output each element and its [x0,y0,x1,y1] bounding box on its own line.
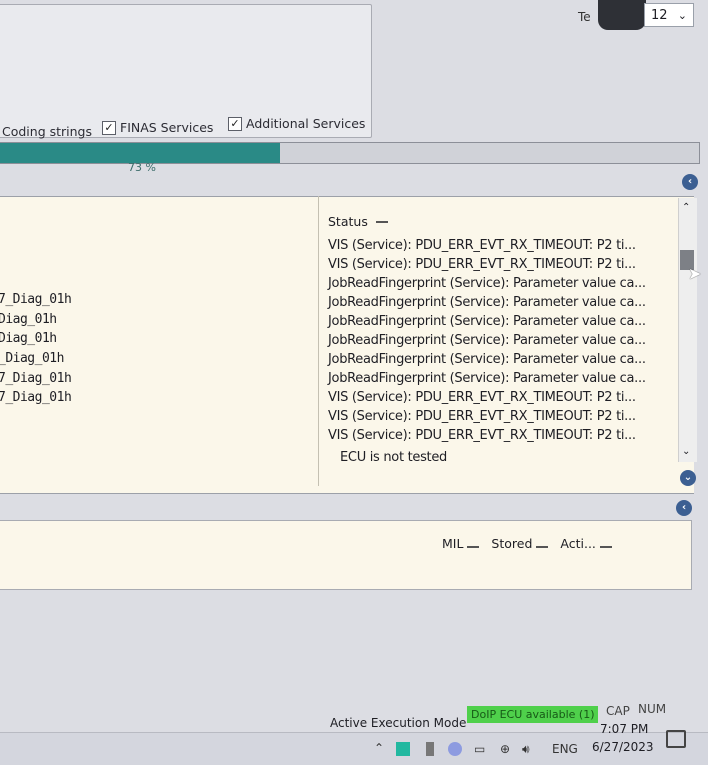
doip-status-badge: DoIP ECU available (1) [467,706,599,723]
num-lock-indicator: NUM [638,702,667,716]
status-cell[interactable]: JobReadFingerprint (Service): Parameter … [328,314,646,329]
status-cell[interactable]: VIS (Service): PDU_ERR_EVT_RX_TIMEOUT: P… [328,390,636,405]
status-cell[interactable]: VIS (Service): PDU_ERR_EVT_RX_TIMEOUT: P… [328,428,636,443]
font-size-select[interactable]: 12 ⌄ [644,3,694,27]
finas-services-checkbox[interactable]: ✓ [102,120,116,135]
status-header-label: Status [328,214,368,229]
fault-column-headers: MIL Stored Acti... [442,536,612,551]
mouse-cursor-icon: ➤ [688,264,702,283]
scroll-up-icon[interactable]: ⌃ [682,202,690,213]
stored-column-header[interactable]: Stored [491,536,549,551]
font-size-value: 12 [651,7,668,23]
ecu-name-cell[interactable]: 7_Diag_01h [0,390,72,405]
language-indicator[interactable]: ENG [552,742,578,756]
network-icon[interactable]: ⊕ [500,742,510,756]
caps-lock-indicator: CAP [606,704,630,718]
fault-memory-panel [0,520,692,590]
notifications-icon[interactable] [666,730,686,748]
finas-services-option[interactable]: ✓ FINAS Services [102,120,213,135]
clock-time[interactable]: 7:07 PM [600,722,648,736]
vertical-scrollbar[interactable] [678,198,697,462]
clock-date[interactable]: 6/27/2023 [592,740,654,754]
ecu-name-cell[interactable]: 7_Diag_01h [0,292,72,307]
sort-icon [375,220,388,223]
status-column-header[interactable]: Status [328,214,388,229]
mil-column-header[interactable]: MIL [442,536,480,551]
collapse-fault-panel-button[interactable]: ‹ [676,500,692,516]
status-cell[interactable]: JobReadFingerprint (Service): Parameter … [328,333,646,348]
additional-services-option[interactable]: ✓ Additional Services [228,116,365,131]
status-cell[interactable]: JobReadFingerprint (Service): Parameter … [328,295,646,310]
coding-strings-label: Coding strings [2,124,93,139]
text-size-label: Te [578,10,591,24]
status-cell[interactable]: ECU is not tested [340,450,447,465]
status-cell[interactable]: JobReadFingerprint (Service): Parameter … [328,371,646,386]
battery-icon[interactable]: ▭ [474,742,485,756]
app-tray-icon[interactable] [396,742,410,756]
coding-strings-option[interactable]: Coding strings [2,124,92,139]
status-cell[interactable]: JobReadFingerprint (Service): Parameter … [328,352,646,367]
additional-services-checkbox[interactable]: ✓ [228,116,242,131]
sort-icon [467,546,480,548]
progress-bar [0,142,700,164]
column-divider [318,196,319,486]
bluetooth-icon[interactable] [448,742,462,756]
finas-services-label: FINAS Services [120,120,214,135]
sort-icon [536,546,549,548]
chevron-down-icon: ⌄ [677,8,687,22]
ecu-name-cell[interactable]: _Diag_01h [0,351,64,366]
expand-panel-button[interactable]: ⌄ [680,470,696,486]
status-cell[interactable]: VIS (Service): PDU_ERR_EVT_RX_TIMEOUT: P… [328,238,636,253]
execution-mode-label: Active Execution Mode [330,716,467,730]
ecu-name-cell[interactable]: Diag_01h [0,331,57,346]
scroll-down-icon[interactable]: ⌄ [682,446,690,457]
usb-icon[interactable] [426,742,434,756]
sort-icon [599,546,612,548]
progress-percent: 73 % [128,161,156,174]
collapse-ecu-panel-button[interactable]: ‹ [682,174,698,190]
ecu-name-cell[interactable]: 7_Diag_01h [0,371,72,386]
volume-icon[interactable]: 🔊︎ [522,742,530,757]
status-cell[interactable]: VIS (Service): PDU_ERR_EVT_RX_TIMEOUT: P… [328,409,636,424]
status-cell[interactable]: JobReadFingerprint (Service): Parameter … [328,276,646,291]
additional-services-label: Additional Services [246,116,366,131]
progress-fill [0,143,281,163]
active-column-header[interactable]: Acti... [560,536,612,551]
webcam-obstruction [598,0,646,30]
show-hidden-icons-icon[interactable]: ⌃ [374,741,384,755]
ecu-name-cell[interactable]: Diag_01h [0,312,57,327]
status-cell[interactable]: VIS (Service): PDU_ERR_EVT_RX_TIMEOUT: P… [328,257,636,272]
